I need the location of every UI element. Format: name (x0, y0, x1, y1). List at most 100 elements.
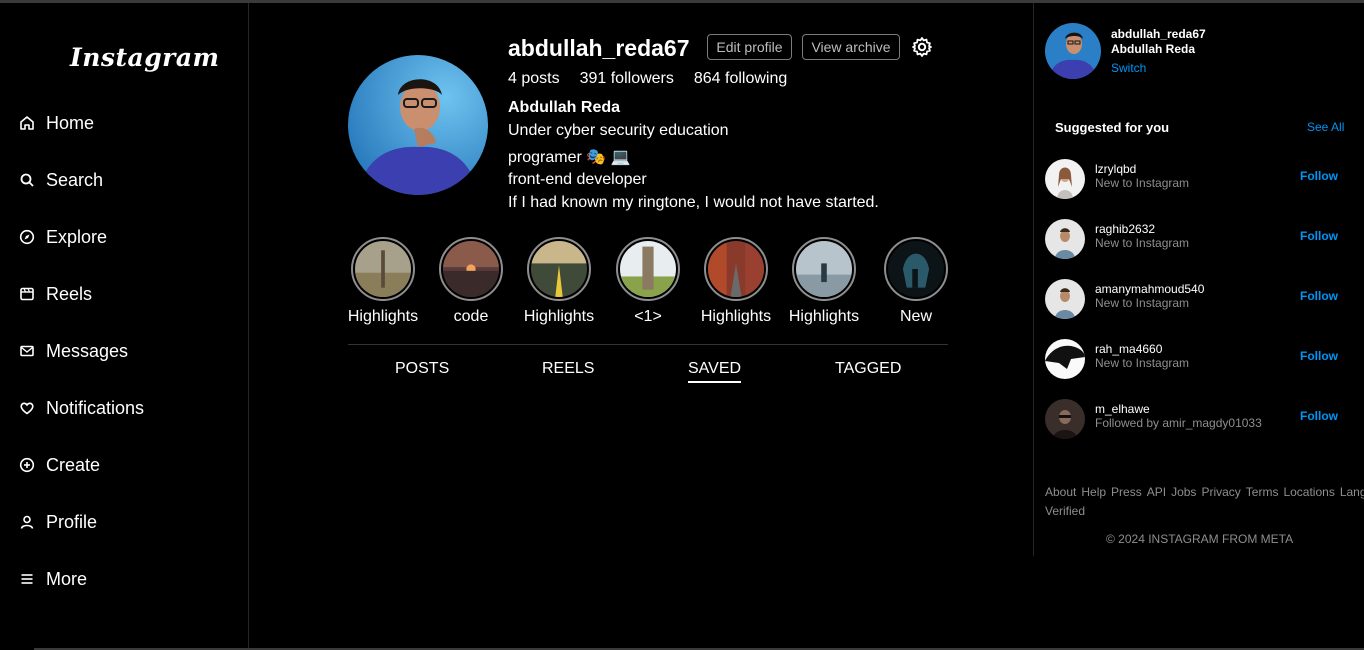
search-icon (18, 171, 36, 189)
footer-link[interactable]: Jobs (1171, 485, 1196, 499)
switch-account-link[interactable]: Switch (1111, 61, 1146, 75)
follow-button[interactable]: Follow (1300, 229, 1338, 243)
sidebar-item-reels[interactable]: Reels (18, 280, 92, 308)
reels-icon (18, 285, 36, 303)
highlight-thumbnail (443, 241, 499, 297)
avatar[interactable] (1045, 219, 1085, 259)
suggestion-username[interactable]: lzrylqbd (1095, 162, 1136, 176)
right-panel: abdullah_reda67 Abdullah Reda Switch Sug… (1033, 3, 1364, 556)
highlight-thumbnail (708, 241, 764, 297)
highlight-label: Highlights (700, 308, 772, 325)
suggestion-username[interactable]: m_elhawe (1095, 402, 1150, 416)
follow-button[interactable]: Follow (1300, 169, 1338, 183)
highlight-item[interactable]: Highlights (779, 237, 869, 326)
sidebar-item-profile[interactable]: Profile (18, 508, 97, 536)
posts-count[interactable]: 4 posts (508, 70, 560, 88)
sidebar-item-label: More (46, 568, 88, 589)
tab-posts[interactable]: POSTS (395, 360, 449, 378)
sidebar-item-label: Notifications (46, 397, 145, 418)
bio-line: Under cyber security education (508, 122, 729, 139)
sidebar: Instagram Home Search Explore Reels Mess… (0, 3, 249, 650)
sidebar-item-label: Messages (46, 340, 129, 361)
footer-link[interactable]: About (1045, 485, 1076, 499)
suggestion-subtitle: New to Instagram (1095, 176, 1190, 190)
highlight-item[interactable]: code (426, 237, 516, 326)
view-archive-button[interactable]: View archive (802, 34, 900, 60)
highlight-label: Highlights (788, 308, 860, 325)
footer-link[interactable]: Locations (1283, 485, 1334, 499)
current-username[interactable]: abdullah_reda67 (1111, 27, 1206, 41)
suggestion-subtitle: New to Instagram (1095, 296, 1190, 310)
profile-stats: 4 posts 391 followers 864 following (508, 70, 787, 88)
highlight-item[interactable]: Highlights (338, 237, 428, 326)
highlight-item[interactable]: <1> (603, 237, 693, 326)
highlight-item[interactable]: New (871, 237, 961, 326)
avatar[interactable] (1045, 159, 1085, 199)
sidebar-item-search[interactable]: Search (18, 166, 103, 194)
tabs-divider (348, 344, 948, 345)
footer-link[interactable]: Press (1111, 485, 1142, 499)
gear-icon[interactable] (911, 36, 933, 58)
bio-line: front-end developer (508, 171, 647, 188)
user-icon (18, 513, 36, 531)
tab-reels[interactable]: REELS (542, 360, 594, 378)
follow-button[interactable]: Follow (1300, 289, 1338, 303)
sidebar-item-explore[interactable]: Explore (18, 223, 107, 251)
plus-circle-icon (18, 456, 36, 474)
tab-tagged[interactable]: TAGGED (835, 360, 901, 378)
suggestion-username[interactable]: raghib2632 (1095, 222, 1155, 236)
footer-link[interactable]: Terms (1246, 485, 1279, 499)
sidebar-item-label: Reels (46, 283, 93, 304)
instagram-logo[interactable]: Instagram (70, 43, 220, 72)
footer-link[interactable]: Privacy (1201, 485, 1240, 499)
follow-button[interactable]: Follow (1300, 409, 1338, 423)
suggestion-item: raghib2632 New to Instagram Follow (1045, 219, 1355, 259)
highlight-label: Highlights (523, 308, 595, 325)
sidebar-item-notifications[interactable]: Notifications (18, 394, 144, 422)
highlight-label: <1> (634, 308, 662, 325)
heart-icon (18, 399, 36, 417)
avatar[interactable] (1045, 279, 1085, 319)
highlight-item[interactable]: Highlights (691, 237, 781, 326)
highlight-thumbnail (355, 241, 411, 297)
bio-line: programer 🎭 💻 (508, 149, 631, 166)
suggestion-item: amanymahmoud540 New to Instagram Follow (1045, 279, 1355, 319)
sidebar-item-home[interactable]: Home (18, 109, 94, 137)
profile-full-name: Abdullah Reda (508, 99, 621, 116)
following-count[interactable]: 864 following (694, 70, 787, 88)
sidebar-item-label: Profile (46, 511, 98, 532)
edit-profile-button[interactable]: Edit profile (707, 34, 792, 60)
highlight-label: Highlights (347, 308, 419, 325)
sidebar-item-messages[interactable]: Messages (18, 337, 128, 365)
highlight-label: code (453, 308, 489, 325)
footer-link[interactable]: Language (1340, 485, 1364, 499)
avatar[interactable] (1045, 399, 1085, 439)
suggestion-item: m_elhawe Followed by amir_magdy01033 Fol… (1045, 399, 1355, 439)
current-name: Abdullah Reda (1111, 42, 1196, 56)
suggestions-title: Suggested for you (1055, 120, 1170, 135)
copyright: © 2024 INSTAGRAM FROM META (1106, 532, 1294, 546)
sidebar-item-label: Home (46, 112, 95, 133)
sidebar-item-create[interactable]: Create (18, 451, 100, 479)
footer-link[interactable]: Help (1081, 485, 1106, 499)
profile-username: abdullah_reda67 (508, 35, 690, 61)
suggestion-username[interactable]: rah_ma4660 (1095, 342, 1162, 356)
profile-avatar[interactable] (348, 55, 488, 195)
highlight-thumbnail (888, 241, 944, 297)
avatar[interactable] (1045, 339, 1085, 379)
highlight-item[interactable]: Highlights (514, 237, 604, 326)
avatar[interactable] (1045, 23, 1101, 79)
sidebar-item-label: Create (46, 454, 101, 475)
follow-button[interactable]: Follow (1300, 349, 1338, 363)
highlight-thumbnail (620, 241, 676, 297)
sidebar-item-more[interactable]: More (18, 565, 87, 593)
suggestion-username[interactable]: amanymahmoud540 (1095, 282, 1204, 296)
followers-count[interactable]: 391 followers (580, 70, 674, 88)
suggestion-subtitle: Followed by amir_magdy01033 (1095, 416, 1262, 430)
suggestion-item: lzrylqbd New to Instagram Follow (1045, 159, 1355, 199)
footer-link[interactable]: API (1147, 485, 1166, 499)
see-all-link[interactable]: See All (1307, 120, 1344, 134)
tab-saved[interactable]: SAVED (688, 360, 742, 383)
suggestion-item: rah_ma4660 New to Instagram Follow (1045, 339, 1355, 379)
profile-main: abdullah_reda67 Edit profile View archiv… (249, 3, 1033, 650)
